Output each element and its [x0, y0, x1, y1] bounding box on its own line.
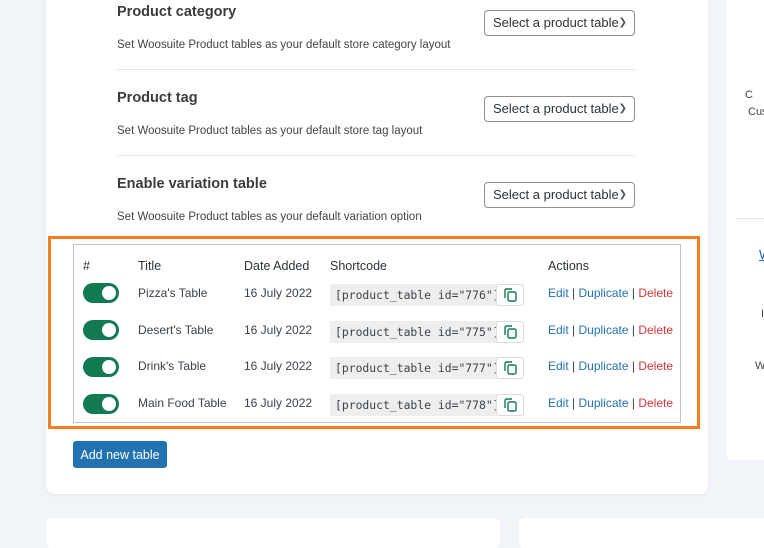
copy-icon	[504, 398, 517, 412]
row-actions: Edit | Duplicate | Delete	[548, 396, 673, 410]
row-title: Drink's Table	[138, 359, 207, 373]
column-header-shortcode: Shortcode	[330, 259, 387, 273]
setting-variation-table: Enable variation table Set Woosuite Prod…	[117, 176, 635, 226]
action-separator: |	[572, 323, 576, 337]
select-value: Select a product table	[493, 101, 619, 116]
enable-toggle[interactable]	[83, 320, 119, 340]
sidebar-fragment: C	[745, 89, 753, 101]
delete-link[interactable]: Delete	[638, 286, 673, 300]
copy-icon	[504, 288, 517, 302]
row-date: 16 July 2022	[244, 359, 313, 373]
row-date: 16 July 2022	[244, 286, 313, 300]
copy-icon	[504, 325, 517, 339]
action-separator: |	[572, 286, 576, 300]
delete-link[interactable]: Delete	[638, 359, 673, 373]
duplicate-link[interactable]: Duplicate	[579, 323, 629, 337]
divider	[117, 69, 635, 70]
column-header-actions: Actions	[548, 259, 589, 273]
enable-toggle[interactable]	[83, 283, 119, 303]
edit-link[interactable]: Edit	[548, 286, 569, 300]
enable-toggle[interactable]	[83, 394, 119, 414]
setting-description: Set Woosuite Product tables as your defa…	[117, 39, 451, 51]
enable-toggle[interactable]	[83, 357, 119, 377]
edit-link[interactable]: Edit	[548, 323, 569, 337]
product-tag-select[interactable]: Select a product table ❯	[484, 96, 635, 122]
bottom-card-left	[46, 518, 500, 548]
shortcode-value: [product_table id="778"]	[330, 394, 505, 416]
edit-link[interactable]: Edit	[548, 359, 569, 373]
toggle-knob	[102, 360, 116, 374]
sidebar-divider	[736, 218, 764, 219]
action-separator: |	[631, 323, 635, 337]
copy-shortcode-button[interactable]	[496, 357, 524, 379]
product-category-select[interactable]: Select a product table ❯	[484, 10, 635, 36]
right-sidebar-card: C Cus W I W	[726, 0, 764, 460]
action-separator: |	[631, 286, 635, 300]
column-header-title: Title	[138, 259, 162, 273]
sidebar-fragment: Cus	[748, 106, 764, 118]
toggle-knob	[102, 286, 116, 300]
copy-shortcode-button[interactable]	[496, 321, 524, 343]
select-value: Select a product table	[493, 15, 619, 30]
row-date: 16 July 2022	[244, 323, 313, 337]
action-separator: |	[631, 359, 635, 373]
chevron-down-icon: ❯	[618, 189, 627, 200]
chevron-down-icon: ❯	[618, 103, 627, 114]
variation-table-select[interactable]: Select a product table ❯	[484, 182, 635, 208]
shortcode-value: [product_table id="775"]	[330, 321, 505, 343]
row-title: Desert's Table	[138, 323, 214, 337]
column-header-date: Date Added	[244, 259, 310, 273]
action-separator: |	[572, 359, 576, 373]
sidebar-fragment: W	[755, 360, 764, 372]
action-separator: |	[572, 396, 576, 410]
setting-title: Product tag	[117, 90, 198, 106]
duplicate-link[interactable]: Duplicate	[579, 396, 629, 410]
copy-shortcode-button[interactable]	[496, 394, 524, 416]
chevron-down-icon: ❯	[618, 17, 627, 28]
edit-link[interactable]: Edit	[548, 396, 569, 410]
shortcode-value: [product_table id="777"]	[330, 357, 505, 379]
sidebar-link[interactable]: W	[759, 247, 764, 262]
toggle-knob	[102, 397, 116, 411]
copy-shortcode-button[interactable]	[496, 284, 524, 306]
bottom-card-right	[519, 518, 764, 548]
row-title: Main Food Table	[138, 396, 227, 410]
duplicate-link[interactable]: Duplicate	[579, 359, 629, 373]
row-title: Pizza's Table	[138, 286, 208, 300]
delete-link[interactable]: Delete	[638, 396, 673, 410]
column-header-number: #	[83, 259, 90, 273]
copy-icon	[504, 361, 517, 375]
setting-product-category: Product category Set Woosuite Product ta…	[117, 4, 635, 54]
setting-description: Set Woosuite Product tables as your defa…	[117, 125, 423, 137]
row-actions: Edit | Duplicate | Delete	[548, 286, 673, 300]
row-actions: Edit | Duplicate | Delete	[548, 323, 673, 337]
shortcode-value: [product_table id="776"]	[330, 284, 505, 306]
setting-description: Set Woosuite Product tables as your defa…	[117, 211, 422, 223]
setting-title: Enable variation table	[117, 176, 267, 192]
setting-product-tag: Product tag Set Woosuite Product tables …	[117, 90, 635, 140]
product-tables-list: # Title Date Added Shortcode Actions Piz…	[73, 244, 681, 423]
delete-link[interactable]: Delete	[638, 323, 673, 337]
setting-title: Product category	[117, 4, 237, 20]
duplicate-link[interactable]: Duplicate	[579, 286, 629, 300]
add-new-table-button[interactable]: Add new table	[73, 441, 167, 468]
row-date: 16 July 2022	[244, 396, 313, 410]
row-actions: Edit | Duplicate | Delete	[548, 359, 673, 373]
select-value: Select a product table	[493, 187, 619, 202]
divider	[117, 155, 635, 156]
toggle-knob	[102, 323, 116, 337]
action-separator: |	[631, 396, 635, 410]
